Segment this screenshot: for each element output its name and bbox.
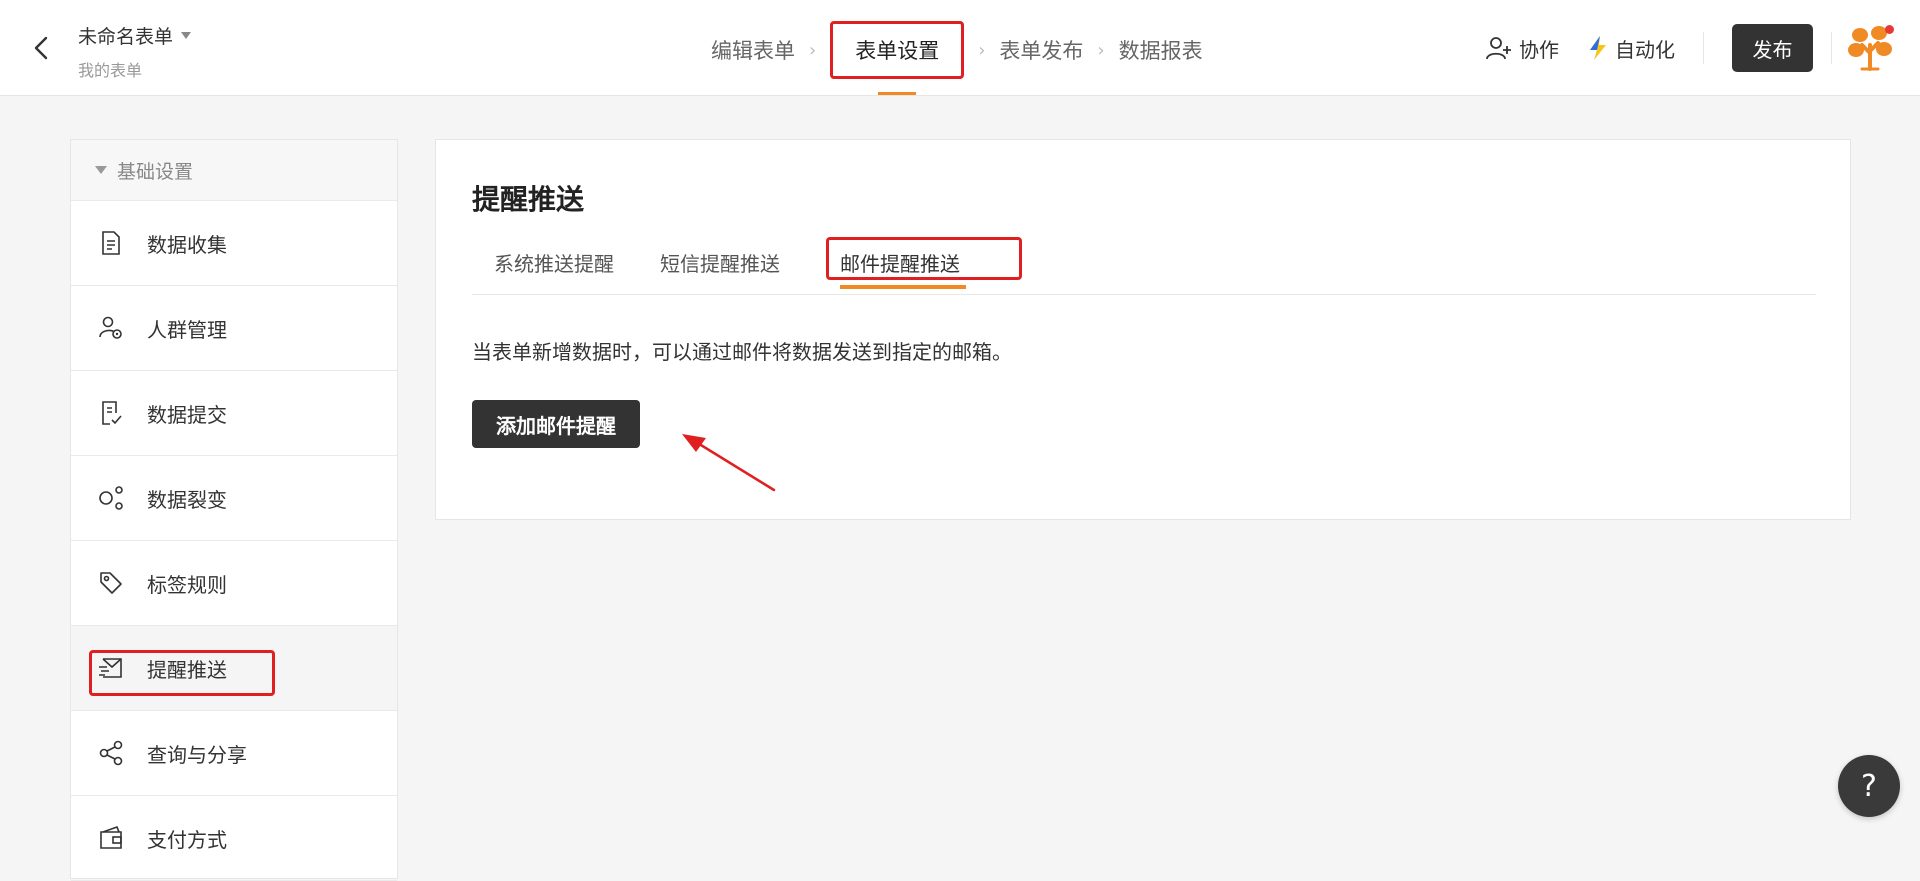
step-nav: 编辑表单 › 表单设置 › 表单发布 › 数据报表 [711,21,1203,95]
top-header: 未命名表单 我的表单 编辑表单 › 表单设置 › 表单发布 › 数据报表 协作 [0,0,1920,96]
email-push-description: 当表单新增数据时，可以通过邮件将数据发送到指定的邮箱。 [472,340,1012,364]
tab-system-push[interactable]: 系统推送提醒 [494,248,614,277]
collaborate-button[interactable]: 协作 [1485,34,1559,63]
form-title-dropdown[interactable]: 未命名表单 [78,22,192,49]
help-button[interactable]: ? [1838,755,1900,817]
active-tab-underline [840,285,966,289]
user-settings-icon [97,314,125,342]
chevron-right-icon: › [1097,39,1105,61]
sidebar-item-label: 人群管理 [147,317,227,342]
sidebar-item-label: 数据裂变 [147,487,227,512]
sidebar-group-basic[interactable]: 基础设置 [71,140,397,201]
header-actions: 协作 自动化 发布 [1485,0,1896,96]
share-nodes-icon [97,484,125,512]
step-form-settings-label: 表单设置 [855,39,940,63]
add-email-reminder-button[interactable]: 添加邮件提醒 [472,400,640,448]
document-icon [97,229,125,257]
sidebar-item-label: 数据收集 [147,232,227,257]
help-question-icon: ? [1861,768,1877,804]
publish-button[interactable]: 发布 [1732,24,1813,72]
reminder-push-panel: 提醒推送 系统推送提醒 短信提醒推送 邮件提醒推送 当表单新增数据时，可以通过邮… [435,139,1851,520]
sidebar-item-label: 数据提交 [147,402,227,427]
automation-label: 自动化 [1615,37,1675,62]
sidebar-item-data-submit[interactable]: 数据提交 [71,371,397,456]
form-breadcrumb[interactable]: 我的表单 [78,57,191,81]
sidebar-group-label: 基础设置 [117,160,194,183]
sidebar-item-crowd-management[interactable]: 人群管理 [71,286,397,371]
tab-email-push[interactable]: 邮件提醒推送 [826,237,1022,289]
sidebar-item-data-collection[interactable]: 数据收集 [71,201,397,286]
header-divider [1831,32,1832,64]
form-title: 未命名表单 [78,26,174,48]
step-form-publish[interactable]: 表单发布 [999,35,1083,65]
active-step-underline [878,92,917,95]
tab-email-push-label: 邮件提醒推送 [840,252,960,276]
sidebar-item-query-share[interactable]: 查询与分享 [71,711,397,796]
share-icon [97,739,125,767]
sidebar-item-reminder-push[interactable]: 提醒推送 [71,626,397,711]
settings-sidebar: 基础设置 数据收集 人群管理 数据提交 数据裂变 标签规则 提醒推送 查询与分享… [70,139,398,881]
document-check-icon [97,399,125,427]
avatar[interactable] [1846,23,1896,73]
chevron-right-icon: › [809,39,817,61]
annotation-arrow-icon [682,434,776,492]
sidebar-item-label: 查询与分享 [147,742,247,767]
automation-button[interactable]: 自动化 [1587,34,1675,63]
caret-down-icon [95,166,107,174]
chevron-right-icon: › [978,39,986,61]
tab-sms-push[interactable]: 短信提醒推送 [660,248,780,277]
sidebar-item-tag-rules[interactable]: 标签规则 [71,541,397,626]
push-tabs: 系统推送提醒 短信提醒推送 邮件提醒推送 [472,237,1816,295]
lightning-icon [1590,36,1606,60]
notification-dot [1885,25,1894,34]
collaborate-label: 协作 [1519,37,1559,62]
back-arrow-icon[interactable] [30,34,54,62]
user-add-icon [1486,37,1511,60]
panel-title: 提醒推送 [472,183,585,216]
sidebar-item-label: 支付方式 [147,827,227,852]
header-divider [1703,32,1704,64]
wallet-icon [97,824,125,852]
step-form-settings[interactable]: 表单设置 [830,21,965,95]
caret-down-icon [181,32,192,39]
highlight-box [89,650,275,696]
step-data-report[interactable]: 数据报表 [1119,35,1203,65]
sidebar-item-data-fission[interactable]: 数据裂变 [71,456,397,541]
step-edit-form[interactable]: 编辑表单 [711,35,795,65]
sidebar-item-payment[interactable]: 支付方式 [71,796,397,881]
form-title-block: 未命名表单 我的表单 [78,22,192,81]
tag-icon [97,569,125,597]
sidebar-item-label: 标签规则 [147,572,227,597]
